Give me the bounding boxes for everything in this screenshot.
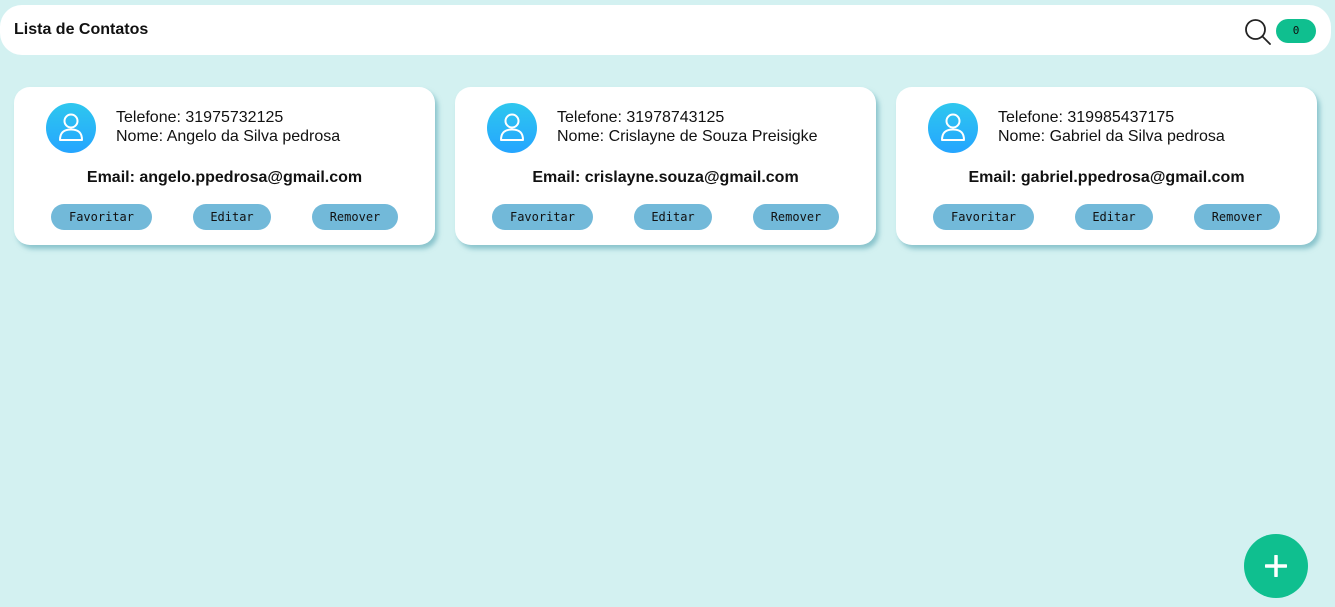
user-icon	[500, 113, 524, 141]
contact-email: Email: crislayne.souza@gmail.com	[532, 169, 799, 186]
contact-name: Nome: Gabriel da Silva pedrosa	[998, 128, 1225, 145]
avatar	[487, 103, 537, 153]
avatar	[928, 103, 978, 153]
edit-button[interactable]: Editar	[634, 204, 712, 230]
remove-button[interactable]: Remover	[312, 204, 398, 230]
avatar	[46, 103, 96, 153]
remove-button[interactable]: Remover	[1194, 204, 1280, 230]
favorites-counter-badge[interactable]: 0	[1276, 19, 1316, 43]
search-icon[interactable]	[1244, 18, 1272, 46]
edit-button[interactable]: Editar	[1075, 204, 1153, 230]
favorite-button[interactable]: Favoritar	[492, 204, 593, 230]
contact-card: Telefone: 31975732125 Nome: Angelo da Si…	[14, 87, 435, 245]
contact-phone: Telefone: 31978743125	[557, 109, 725, 126]
user-icon	[941, 113, 965, 141]
plus-icon	[1265, 555, 1287, 577]
contact-card: Telefone: 31978743125 Nome: Crislayne de…	[455, 87, 876, 245]
app-header: Lista de Contatos 0	[0, 5, 1331, 55]
contact-phone: Telefone: 319985437175	[998, 109, 1175, 126]
edit-button[interactable]: Editar	[193, 204, 271, 230]
contact-phone: Telefone: 31975732125	[116, 109, 284, 126]
contact-card: Telefone: 319985437175 Nome: Gabriel da …	[896, 87, 1317, 245]
favorite-button[interactable]: Favoritar	[51, 204, 152, 230]
user-icon	[59, 113, 83, 141]
add-contact-button[interactable]	[1244, 534, 1308, 598]
favorite-button[interactable]: Favoritar	[933, 204, 1034, 230]
contact-list: Telefone: 31975732125 Nome: Angelo da Si…	[14, 87, 1317, 245]
contact-name: Nome: Crislayne de Souza Preisigke	[557, 128, 818, 145]
page-title: Lista de Contatos	[14, 21, 149, 38]
remove-button[interactable]: Remover	[753, 204, 839, 230]
contact-name: Nome: Angelo da Silva pedrosa	[116, 128, 341, 145]
contact-email: Email: gabriel.ppedrosa@gmail.com	[968, 169, 1245, 186]
contact-email: Email: angelo.ppedrosa@gmail.com	[86, 169, 363, 186]
